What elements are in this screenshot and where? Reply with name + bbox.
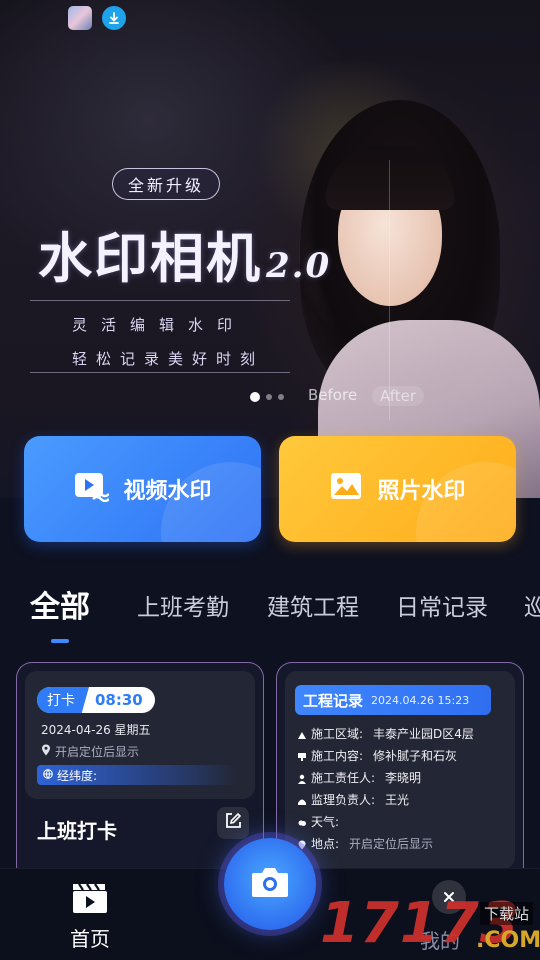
site-watermark-tag: 下载站 xyxy=(480,902,534,925)
download-status-icon xyxy=(102,6,126,30)
punch-card-title: 上班打卡 xyxy=(37,819,117,843)
before-label: Before xyxy=(308,386,358,404)
template-card-punch[interactable]: 打卡 08:30 2024-04-26 星期五 开启定位后显示 经纬度: 上班打… xyxy=(16,662,264,882)
nav-home[interactable]: 首页 xyxy=(60,881,120,952)
edit-icon xyxy=(224,812,242,834)
supervisor-icon xyxy=(297,795,307,805)
category-tabs: 全部 上班考勤 建筑工程 日常记录 巡 xyxy=(30,580,540,640)
construction-icon xyxy=(297,729,307,739)
tab-patrol[interactable]: 巡 xyxy=(524,588,540,622)
banner-subtitle-1: 灵活编辑水印 xyxy=(72,316,247,334)
active-tab-indicator xyxy=(51,639,69,643)
nav-home-label: 首页 xyxy=(70,927,110,951)
record-value: 李晓明 xyxy=(385,771,422,785)
carousel-dot[interactable] xyxy=(250,392,260,402)
record-key: 施工区域: xyxy=(311,727,364,741)
photo-watermark-label: 照片水印 xyxy=(377,479,466,504)
punch-time: 08:30 xyxy=(95,691,143,709)
record-header: 工程记录 2024.04.26 15:23 xyxy=(295,685,491,715)
carousel-dot[interactable] xyxy=(266,394,272,400)
latlon-bar: 经纬度: xyxy=(37,765,237,785)
before-after-divider xyxy=(389,160,390,420)
tab-attendance[interactable]: 上班考勤 xyxy=(137,588,229,622)
video-watermark-label: 视频水印 xyxy=(123,479,212,504)
carousel-indicator[interactable] xyxy=(250,392,284,402)
after-label: After xyxy=(372,386,425,406)
site-watermark-domain: .COM xyxy=(476,928,540,953)
globe-icon xyxy=(43,768,53,782)
template-card-record[interactable]: 工程记录 2024.04.26 15:23 施工区域: 丰泰产业园D区4层 施工… xyxy=(276,662,524,882)
video-watermark-icon xyxy=(73,470,111,508)
record-key: 施工内容: xyxy=(311,749,364,763)
video-watermark-button[interactable]: 视频水印 xyxy=(24,436,261,542)
record-value: 丰泰产业园D区4层 xyxy=(373,727,474,741)
content-icon xyxy=(297,751,307,761)
punch-tag: 打卡 xyxy=(37,687,89,713)
location-pin-icon xyxy=(41,744,51,759)
hero-banner[interactable]: 全新升级 水印相机 2.0 灵活编辑水印 轻松记录美好时刻 Before Afte… xyxy=(0,0,540,498)
record-row: 施工内容: 修补腻子和石灰 xyxy=(297,747,457,764)
record-row: 地点: 开启定位后显示 xyxy=(297,835,433,852)
punch-location-row: 开启定位后显示 xyxy=(41,743,139,760)
record-key: 天气: xyxy=(311,815,340,829)
record-row: 监理负责人: 王光 xyxy=(297,791,409,808)
camera-button[interactable] xyxy=(224,838,316,930)
record-key: 地点: xyxy=(311,837,340,851)
photo-watermark-button[interactable]: 照片水印 xyxy=(279,436,516,542)
edit-button[interactable] xyxy=(217,807,249,839)
banner-subtitle-2: 轻松记录美好时刻 xyxy=(72,350,265,368)
record-preview: 工程记录 2024.04.26 15:23 施工区域: 丰泰产业园D区4层 施工… xyxy=(285,671,515,869)
banner-deco-line xyxy=(30,372,290,373)
tab-all[interactable]: 全部 xyxy=(30,582,90,626)
banner-deco-line xyxy=(30,300,290,301)
punch-date: 2024-04-26 星期五 xyxy=(41,723,151,737)
banner-title: 水印相机 2.0 xyxy=(38,214,331,293)
record-value: 开启定位后显示 xyxy=(349,837,434,851)
banner-title-text: 水印相机 xyxy=(38,226,262,290)
status-app-icon xyxy=(68,6,92,30)
weather-icon xyxy=(297,817,307,827)
record-tag: 工程记录 xyxy=(303,691,364,710)
record-value: 王光 xyxy=(385,793,410,807)
record-row: 施工责任人: 李晓明 xyxy=(297,769,421,786)
person-icon xyxy=(297,773,307,784)
image-icon xyxy=(329,470,363,508)
record-timestamp: 2024.04.26 15:23 xyxy=(371,693,470,707)
home-clapper-icon xyxy=(71,881,109,919)
punch-time-pill: 打卡 08:30 xyxy=(37,687,155,713)
record-row: 施工区域: 丰泰产业园D区4层 xyxy=(297,725,474,742)
camera-icon xyxy=(250,865,290,903)
punch-location: 开启定位后显示 xyxy=(55,745,140,759)
tab-daily-record[interactable]: 日常记录 xyxy=(396,588,488,622)
carousel-dot[interactable] xyxy=(278,394,284,400)
record-key: 施工责任人: xyxy=(311,771,376,785)
tab-construction[interactable]: 建筑工程 xyxy=(267,588,359,622)
record-row: 天气: xyxy=(297,813,349,830)
banner-version: 2.0 xyxy=(266,246,332,286)
upgrade-badge: 全新升级 xyxy=(112,168,220,200)
record-value: 修补腻子和石灰 xyxy=(373,749,458,763)
punch-preview: 打卡 08:30 2024-04-26 星期五 开启定位后显示 经纬度: xyxy=(25,671,255,799)
latlon-label: 经纬度: xyxy=(57,768,98,783)
record-key: 监理负责人: xyxy=(311,793,376,807)
